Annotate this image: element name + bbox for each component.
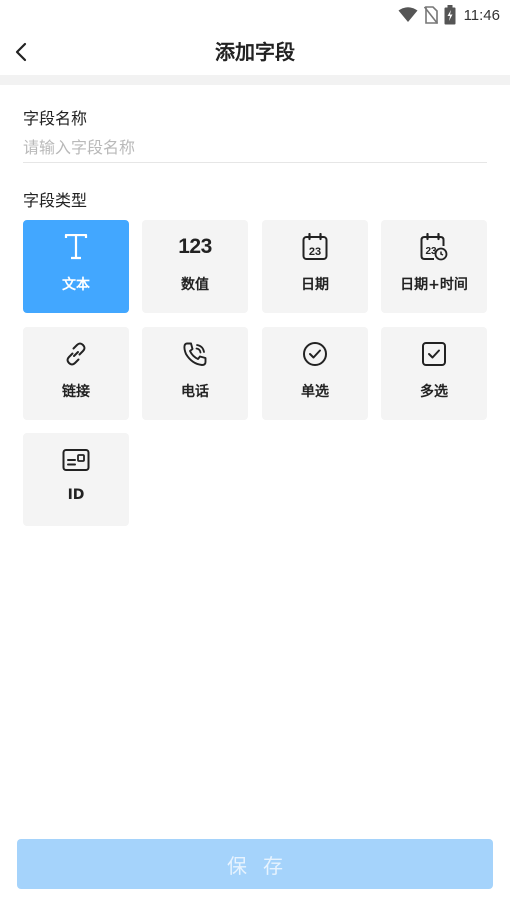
status-icons: 11:46 (398, 4, 500, 26)
page-title: 添加字段 (215, 40, 295, 64)
wifi-icon (398, 7, 418, 22)
type-label: 数值 (181, 277, 209, 293)
type-label: 日期 (301, 277, 329, 293)
checkbox-icon (419, 339, 449, 369)
type-option-number[interactable]: 123 数值 (142, 220, 248, 313)
text-icon (61, 232, 91, 262)
type-label: 单选 (301, 384, 329, 400)
no-sim-icon (423, 6, 438, 24)
id-card-icon (61, 445, 91, 475)
type-label: 电话 (181, 384, 209, 400)
phone-icon (180, 339, 210, 369)
number-icon: 123 (178, 235, 212, 258)
radio-check-icon (300, 339, 330, 369)
type-label: 多选 (420, 384, 448, 400)
field-name-input[interactable] (23, 133, 487, 163)
battery-icon (444, 5, 456, 25)
type-option-phone[interactable]: 电话 (142, 327, 248, 420)
status-time: 11:46 (463, 6, 500, 24)
type-label: 文本 (62, 277, 90, 293)
type-label: 链接 (62, 384, 90, 400)
back-button[interactable] (4, 34, 40, 70)
type-option-multi-choice[interactable]: 多选 (381, 327, 487, 420)
type-option-datetime[interactable]: 23 日期+时间 (381, 220, 487, 313)
header: 添加字段 (0, 30, 510, 74)
type-option-text[interactable]: 文本 (23, 220, 129, 313)
svg-text:23: 23 (309, 246, 321, 258)
type-option-date[interactable]: 23 日期 (262, 220, 368, 313)
link-icon (61, 339, 91, 369)
type-label: 日期+时间 (400, 277, 468, 293)
status-bar: 11:46 (0, 0, 510, 30)
type-option-link[interactable]: 链接 (23, 327, 129, 420)
chevron-left-icon (15, 42, 27, 62)
field-type-label: 字段类型 (23, 191, 88, 210)
calendar-clock-icon: 23 (419, 232, 449, 262)
type-label: ID (67, 487, 85, 503)
type-option-single-choice[interactable]: 单选 (262, 327, 368, 420)
type-option-id[interactable]: ID (23, 433, 129, 526)
field-name-label: 字段名称 (23, 109, 88, 128)
save-button[interactable]: 保存 (17, 839, 493, 889)
header-divider (0, 75, 510, 85)
calendar-icon: 23 (300, 232, 330, 262)
